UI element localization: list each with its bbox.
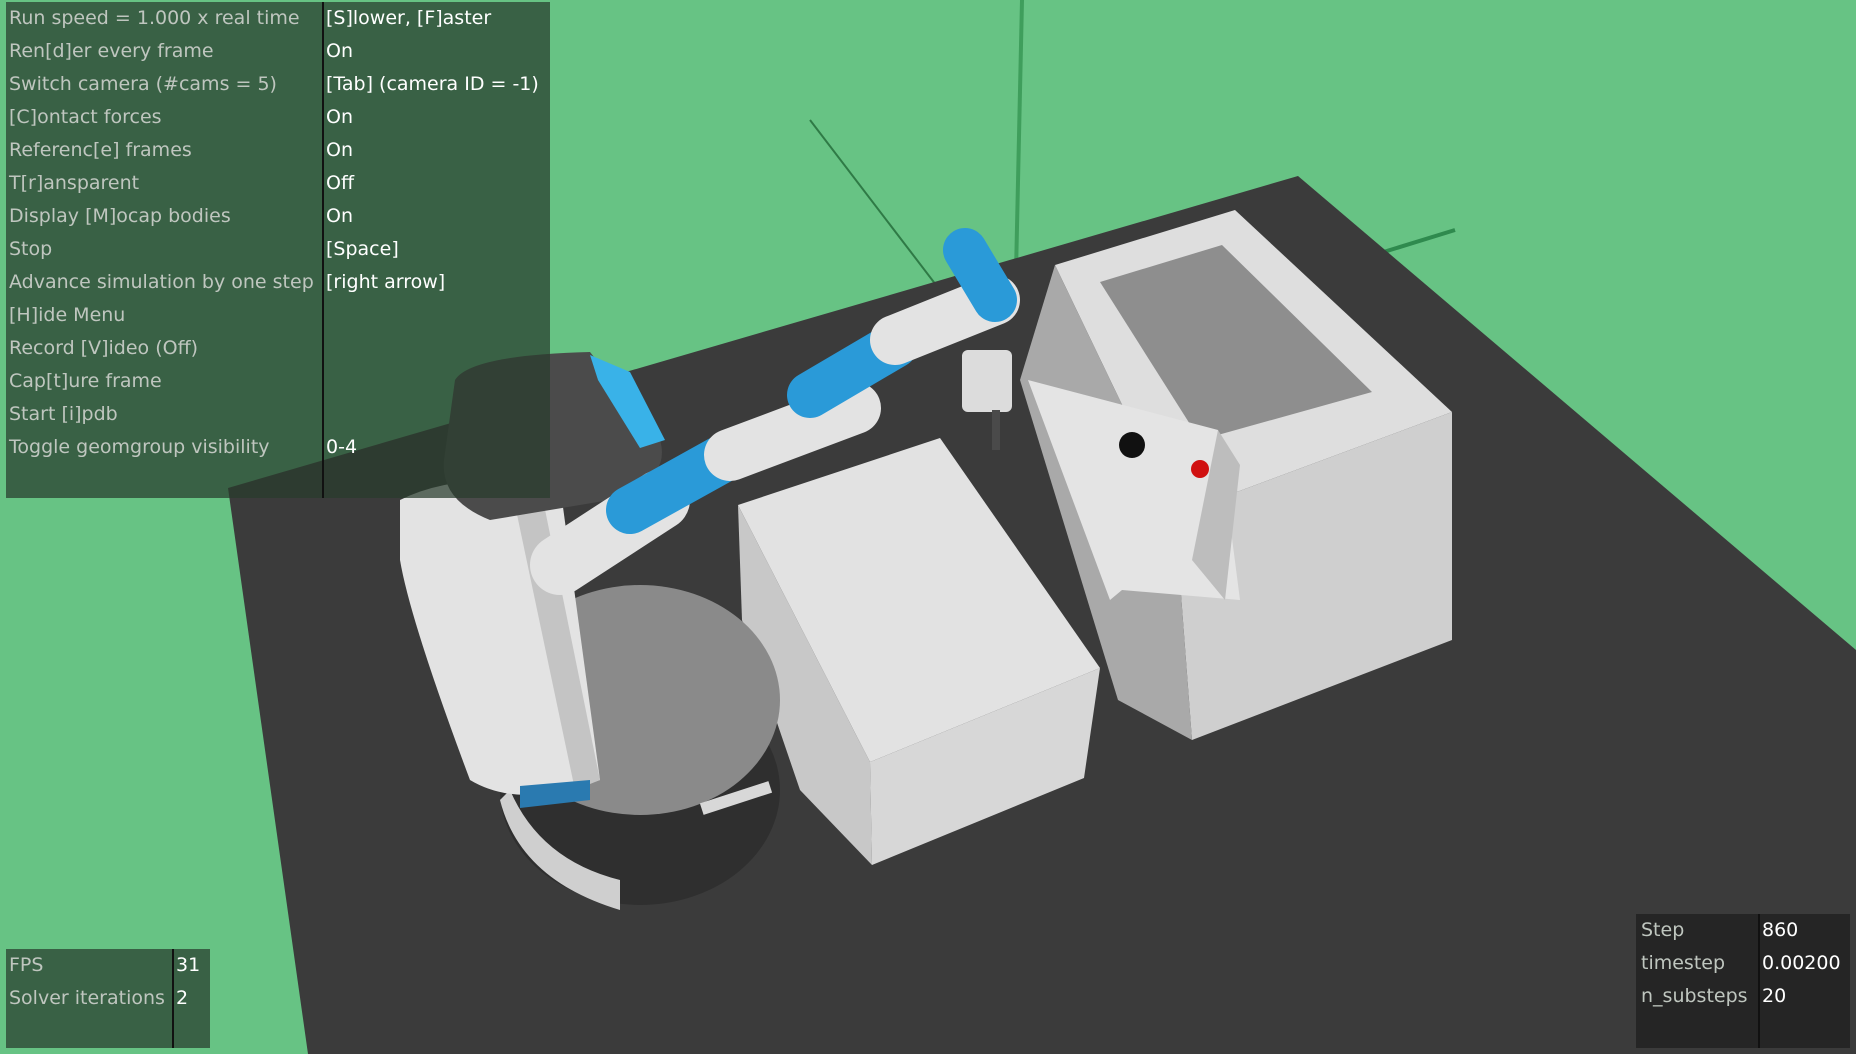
menu-row[interactable]: Toggle geomgroup visibility 0-4 <box>6 431 550 464</box>
menu-row-label: Toggle geomgroup visibility <box>9 436 270 458</box>
menu-row-value: [Space] <box>326 238 399 260</box>
menu-row-value: Off <box>326 172 355 194</box>
sim-value: 0.00200 <box>1762 952 1841 974</box>
menu-row-label: Start [i]pdb <box>9 403 118 425</box>
simulator-menu-panel: Run speed = 1.000 x real time [S]lower, [… <box>6 2 550 498</box>
menu-row-label: Referenc[e] frames <box>9 139 192 161</box>
menu-row[interactable]: Ren[d]er every frame On <box>6 35 550 68</box>
menu-row-value: On <box>326 139 353 161</box>
menu-row[interactable]: Start [i]pdb <box>6 398 550 431</box>
menu-row[interactable]: [C]ontact forces On <box>6 101 550 134</box>
sim-label: n_substeps <box>1641 985 1748 1007</box>
menu-row[interactable]: Referenc[e] frames On <box>6 134 550 167</box>
menu-row-value: [S]lower, [F]aster <box>326 7 492 29</box>
sim-label: timestep <box>1641 952 1726 974</box>
menu-row-label: Run speed = 1.000 x real time <box>9 7 300 29</box>
menu-row-label: [H]ide Menu <box>9 304 126 326</box>
menu-row[interactable]: Run speed = 1.000 x real time [S]lower, [… <box>6 2 550 35</box>
menu-row-label: Display [M]ocap bodies <box>9 205 231 227</box>
menu-row-label: Advance simulation by one step <box>9 271 314 293</box>
menu-row-label: Ren[d]er every frame <box>9 40 214 62</box>
perf-value: 2 <box>176 987 189 1009</box>
sim-value: 20 <box>1762 985 1787 1007</box>
menu-row-value: On <box>326 205 353 227</box>
menu-row-label: Cap[t]ure frame <box>9 370 162 392</box>
performance-panel: FPS 31 Solver iterations 2 <box>6 949 210 1048</box>
sim-row-step: Step 860 <box>1636 914 1850 947</box>
menu-row[interactable]: Stop [Space] <box>6 233 550 266</box>
object-ball <box>1119 432 1145 458</box>
menu-row-value: On <box>326 40 353 62</box>
perf-label: Solver iterations <box>9 987 165 1009</box>
perf-value: 31 <box>176 954 201 976</box>
menu-row-value: On <box>326 106 353 128</box>
sim-row-timestep: timestep 0.00200 <box>1636 947 1850 980</box>
menu-row-label: Switch camera (#cams = 5) <box>9 73 277 95</box>
menu-row[interactable]: Display [M]ocap bodies On <box>6 200 550 233</box>
menu-row-value: 0-4 <box>326 436 358 458</box>
sim-label: Step <box>1641 919 1685 941</box>
sim-value: 860 <box>1762 919 1799 941</box>
menu-row-label: T[r]ansparent <box>9 172 140 194</box>
menu-row-label: Record [V]ideo (Off) <box>9 337 199 359</box>
simulation-info-panel: Step 860 timestep 0.00200 n_substeps 20 <box>1636 914 1850 1048</box>
menu-row[interactable]: Cap[t]ure frame <box>6 365 550 398</box>
perf-row-solver-iterations: Solver iterations 2 <box>6 982 210 1015</box>
target-marker <box>1191 460 1209 478</box>
perf-label: FPS <box>9 954 44 976</box>
menu-row[interactable]: Advance simulation by one step [right arr… <box>6 266 550 299</box>
menu-row[interactable]: [H]ide Menu <box>6 299 550 332</box>
perf-row-fps: FPS 31 <box>6 949 210 982</box>
menu-row-value: [right arrow] <box>326 271 446 293</box>
menu-row[interactable]: Record [V]ideo (Off) <box>6 332 550 365</box>
menu-row-label: Stop <box>9 238 53 260</box>
sim-row-n-substeps: n_substeps 20 <box>1636 980 1850 1013</box>
menu-row-value: [Tab] (camera ID = -1) <box>326 73 539 95</box>
menu-row-label: [C]ontact forces <box>9 106 162 128</box>
menu-row[interactable]: T[r]ansparent Off <box>6 167 550 200</box>
menu-row[interactable]: Switch camera (#cams = 5) [Tab] (camera I… <box>6 68 550 101</box>
